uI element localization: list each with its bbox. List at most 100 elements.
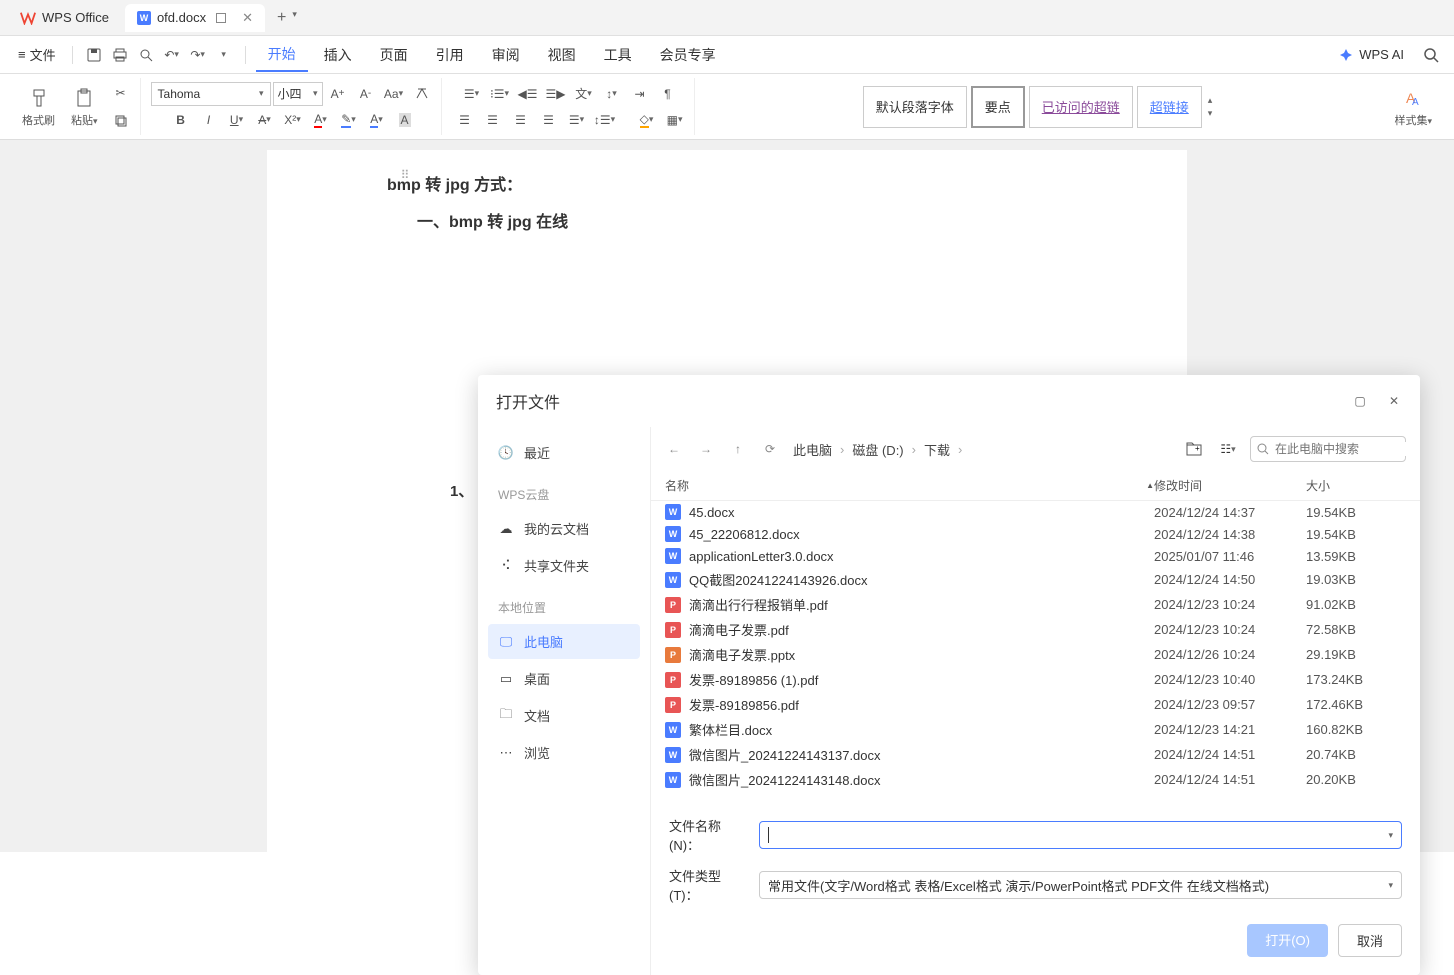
line-spacing-button[interactable]: ↕☰▾ <box>592 107 618 133</box>
align-justify-button[interactable]: ☰ <box>536 107 562 133</box>
copy-button[interactable] <box>108 108 134 134</box>
view-mode-button[interactable]: ☷▾ <box>1216 437 1240 461</box>
style-hyperlink[interactable]: 超链接 <box>1137 86 1202 128</box>
file-row[interactable]: P滴滴出行行程报销单.pdf2024/12/23 10:2491.02KB <box>651 592 1420 617</box>
style-set-button[interactable]: AA 样式集▾ <box>1388 84 1438 130</box>
file-row[interactable]: W45_22206812.docx2024/12/24 14:3819.54KB <box>651 523 1420 545</box>
paste-button[interactable]: 粘贴▾ <box>65 84 104 130</box>
undo-button[interactable]: ↶▾ <box>161 44 183 66</box>
nav-refresh-icon[interactable]: ⟳ <box>761 440 779 458</box>
file-row[interactable]: W微信图片_20241224143148.docx2024/12/24 14:5… <box>651 767 1420 792</box>
tab-button[interactable]: ⇥ <box>627 81 653 107</box>
increase-indent-button[interactable]: ☰▶ <box>543 81 569 107</box>
chevron-down-icon[interactable]: ▾ <box>1388 830 1393 841</box>
menu-start[interactable]: 开始 <box>256 38 308 72</box>
shrink-font-button[interactable]: A- <box>353 81 379 107</box>
breadcrumb-item[interactable]: 此电脑 <box>793 440 832 459</box>
underline-button[interactable]: U▾ <box>224 107 250 133</box>
menu-review[interactable]: 审阅 <box>480 39 532 71</box>
new-tab-button[interactable]: + ▾ <box>277 9 297 27</box>
print-button[interactable] <box>109 44 131 66</box>
grow-font-button[interactable]: A+ <box>325 81 351 107</box>
numbering-button[interactable]: ⁝☰▾ <box>487 81 513 107</box>
col-name-header[interactable]: 名称 ▲ <box>665 477 1154 494</box>
menu-tools[interactable]: 工具 <box>592 39 644 71</box>
style-visited-link[interactable]: 已访问的超链 <box>1029 86 1133 128</box>
align-left-button[interactable]: ☰ <box>452 107 478 133</box>
breadcrumb-item[interactable]: 下载 <box>924 440 950 459</box>
save-button[interactable] <box>83 44 105 66</box>
font-color-button[interactable]: A▾ <box>308 107 334 133</box>
file-row[interactable]: P发票-89189856.pdf2024/12/23 09:57172.46KB <box>651 692 1420 717</box>
text-effects-button[interactable]: A▾ <box>364 107 390 133</box>
nav-up-icon[interactable]: ↑ <box>729 440 747 458</box>
format-painter-button[interactable]: 格式刷 <box>16 84 61 130</box>
menu-insert[interactable]: 插入 <box>312 39 364 71</box>
style-scroll-down[interactable]: ▾ <box>1208 108 1213 119</box>
sidebar-my-cloud[interactable]: ☁ 我的云文档 <box>488 511 640 546</box>
search-button[interactable] <box>1420 44 1442 66</box>
menu-member[interactable]: 会员专享 <box>648 39 728 71</box>
file-row[interactable]: P滴滴电子发票.pdf2024/12/23 10:2472.58KB <box>651 617 1420 642</box>
nav-forward-icon[interactable]: → <box>697 440 715 458</box>
menu-view[interactable]: 视图 <box>536 39 588 71</box>
clear-format-button[interactable] <box>409 81 435 107</box>
new-folder-button[interactable]: + <box>1182 437 1206 461</box>
italic-button[interactable]: I <box>196 107 222 133</box>
wps-ai-button[interactable]: WPS AI <box>1339 47 1404 62</box>
chevron-down-icon[interactable]: ▾ <box>292 9 297 27</box>
home-tab[interactable]: WPS Office <box>8 4 121 32</box>
search-input[interactable] <box>1275 442 1420 456</box>
file-row[interactable]: W繁体栏目.docx2024/12/23 14:21160.82KB <box>651 717 1420 742</box>
qat-more-button[interactable]: ▾ <box>213 44 235 66</box>
cut-button[interactable]: ✂ <box>108 80 134 106</box>
style-point[interactable]: 要点 <box>971 86 1025 128</box>
breadcrumb-item[interactable]: 磁盘 (D:) <box>852 440 903 459</box>
sidebar-browse[interactable]: ⋯ 浏览 <box>488 735 640 770</box>
file-row[interactable]: P滴滴电子发票.pptx2024/12/26 10:2429.19KB <box>651 642 1420 667</box>
sidebar-recent[interactable]: 🕓 最近 <box>488 435 640 470</box>
col-date-header[interactable]: 修改时间 <box>1154 477 1306 494</box>
file-row[interactable]: WapplicationLetter3.0.docx2025/01/07 11:… <box>651 545 1420 567</box>
superscript-button[interactable]: X²▾ <box>280 107 306 133</box>
change-case-button[interactable]: Aa▾ <box>381 81 407 107</box>
open-button[interactable]: 打开(O) <box>1247 924 1328 957</box>
fill-color-button[interactable]: ◇▾ <box>634 107 660 133</box>
filetype-select[interactable]: 常用文件(文字/Word格式 表格/Excel格式 演示/PowerPoint格… <box>759 871 1402 899</box>
borders-button[interactable]: ▦▾ <box>662 107 688 133</box>
show-marks-button[interactable]: ¶ <box>655 81 681 107</box>
sort-button[interactable]: ↕▾ <box>599 81 625 107</box>
distribute-button[interactable]: ☰▾ <box>564 107 590 133</box>
sidebar-shared[interactable]: ⠪ 共享文件夹 <box>488 548 640 583</box>
filename-input[interactable]: ▾ <box>759 821 1402 849</box>
print-preview-button[interactable] <box>135 44 157 66</box>
nav-back-icon[interactable]: ← <box>665 440 683 458</box>
decrease-indent-button[interactable]: ◀☰ <box>515 81 541 107</box>
style-scroll-up[interactable]: ▴ <box>1208 95 1213 106</box>
size-select[interactable]: 小四▾ <box>273 82 323 106</box>
document-tab[interactable]: W ofd.docx ✕ <box>125 4 265 32</box>
sidebar-this-pc[interactable]: 🖵 此电脑 <box>488 624 640 659</box>
menu-reference[interactable]: 引用 <box>424 39 476 71</box>
redo-button[interactable]: ↷▾ <box>187 44 209 66</box>
menu-page[interactable]: 页面 <box>368 39 420 71</box>
bold-button[interactable]: B <box>168 107 194 133</box>
file-row[interactable]: P发票-89189856 (1).pdf2024/12/23 10:40173.… <box>651 667 1420 692</box>
breadcrumb[interactable]: 此电脑 › 磁盘 (D:) › 下载 › <box>793 440 1168 459</box>
bullets-button[interactable]: ☰▾ <box>459 81 485 107</box>
col-size-header[interactable]: 大小 <box>1306 477 1406 494</box>
restore-icon[interactable] <box>216 13 226 23</box>
close-icon[interactable]: ✕ <box>1386 393 1402 409</box>
file-row[interactable]: W45.docx2024/12/24 14:3719.54KB <box>651 501 1420 523</box>
file-menu-button[interactable]: ≡ 文件 <box>12 41 62 68</box>
font-select[interactable]: Tahoma▾ <box>151 82 271 106</box>
align-center-button[interactable]: ☰ <box>480 107 506 133</box>
sidebar-documents[interactable]: 🗀 文档 <box>488 698 640 733</box>
sidebar-desktop[interactable]: ▭ 桌面 <box>488 661 640 696</box>
maximize-icon[interactable]: ▢ <box>1352 393 1368 409</box>
highlight-button[interactable]: ✎▾ <box>336 107 362 133</box>
file-row[interactable]: W微信图片_20241224143137.docx2024/12/24 14:5… <box>651 742 1420 767</box>
search-box[interactable] <box>1250 436 1406 462</box>
close-tab-icon[interactable]: ✕ <box>242 10 253 26</box>
style-default[interactable]: 默认段落字体 <box>863 86 967 128</box>
